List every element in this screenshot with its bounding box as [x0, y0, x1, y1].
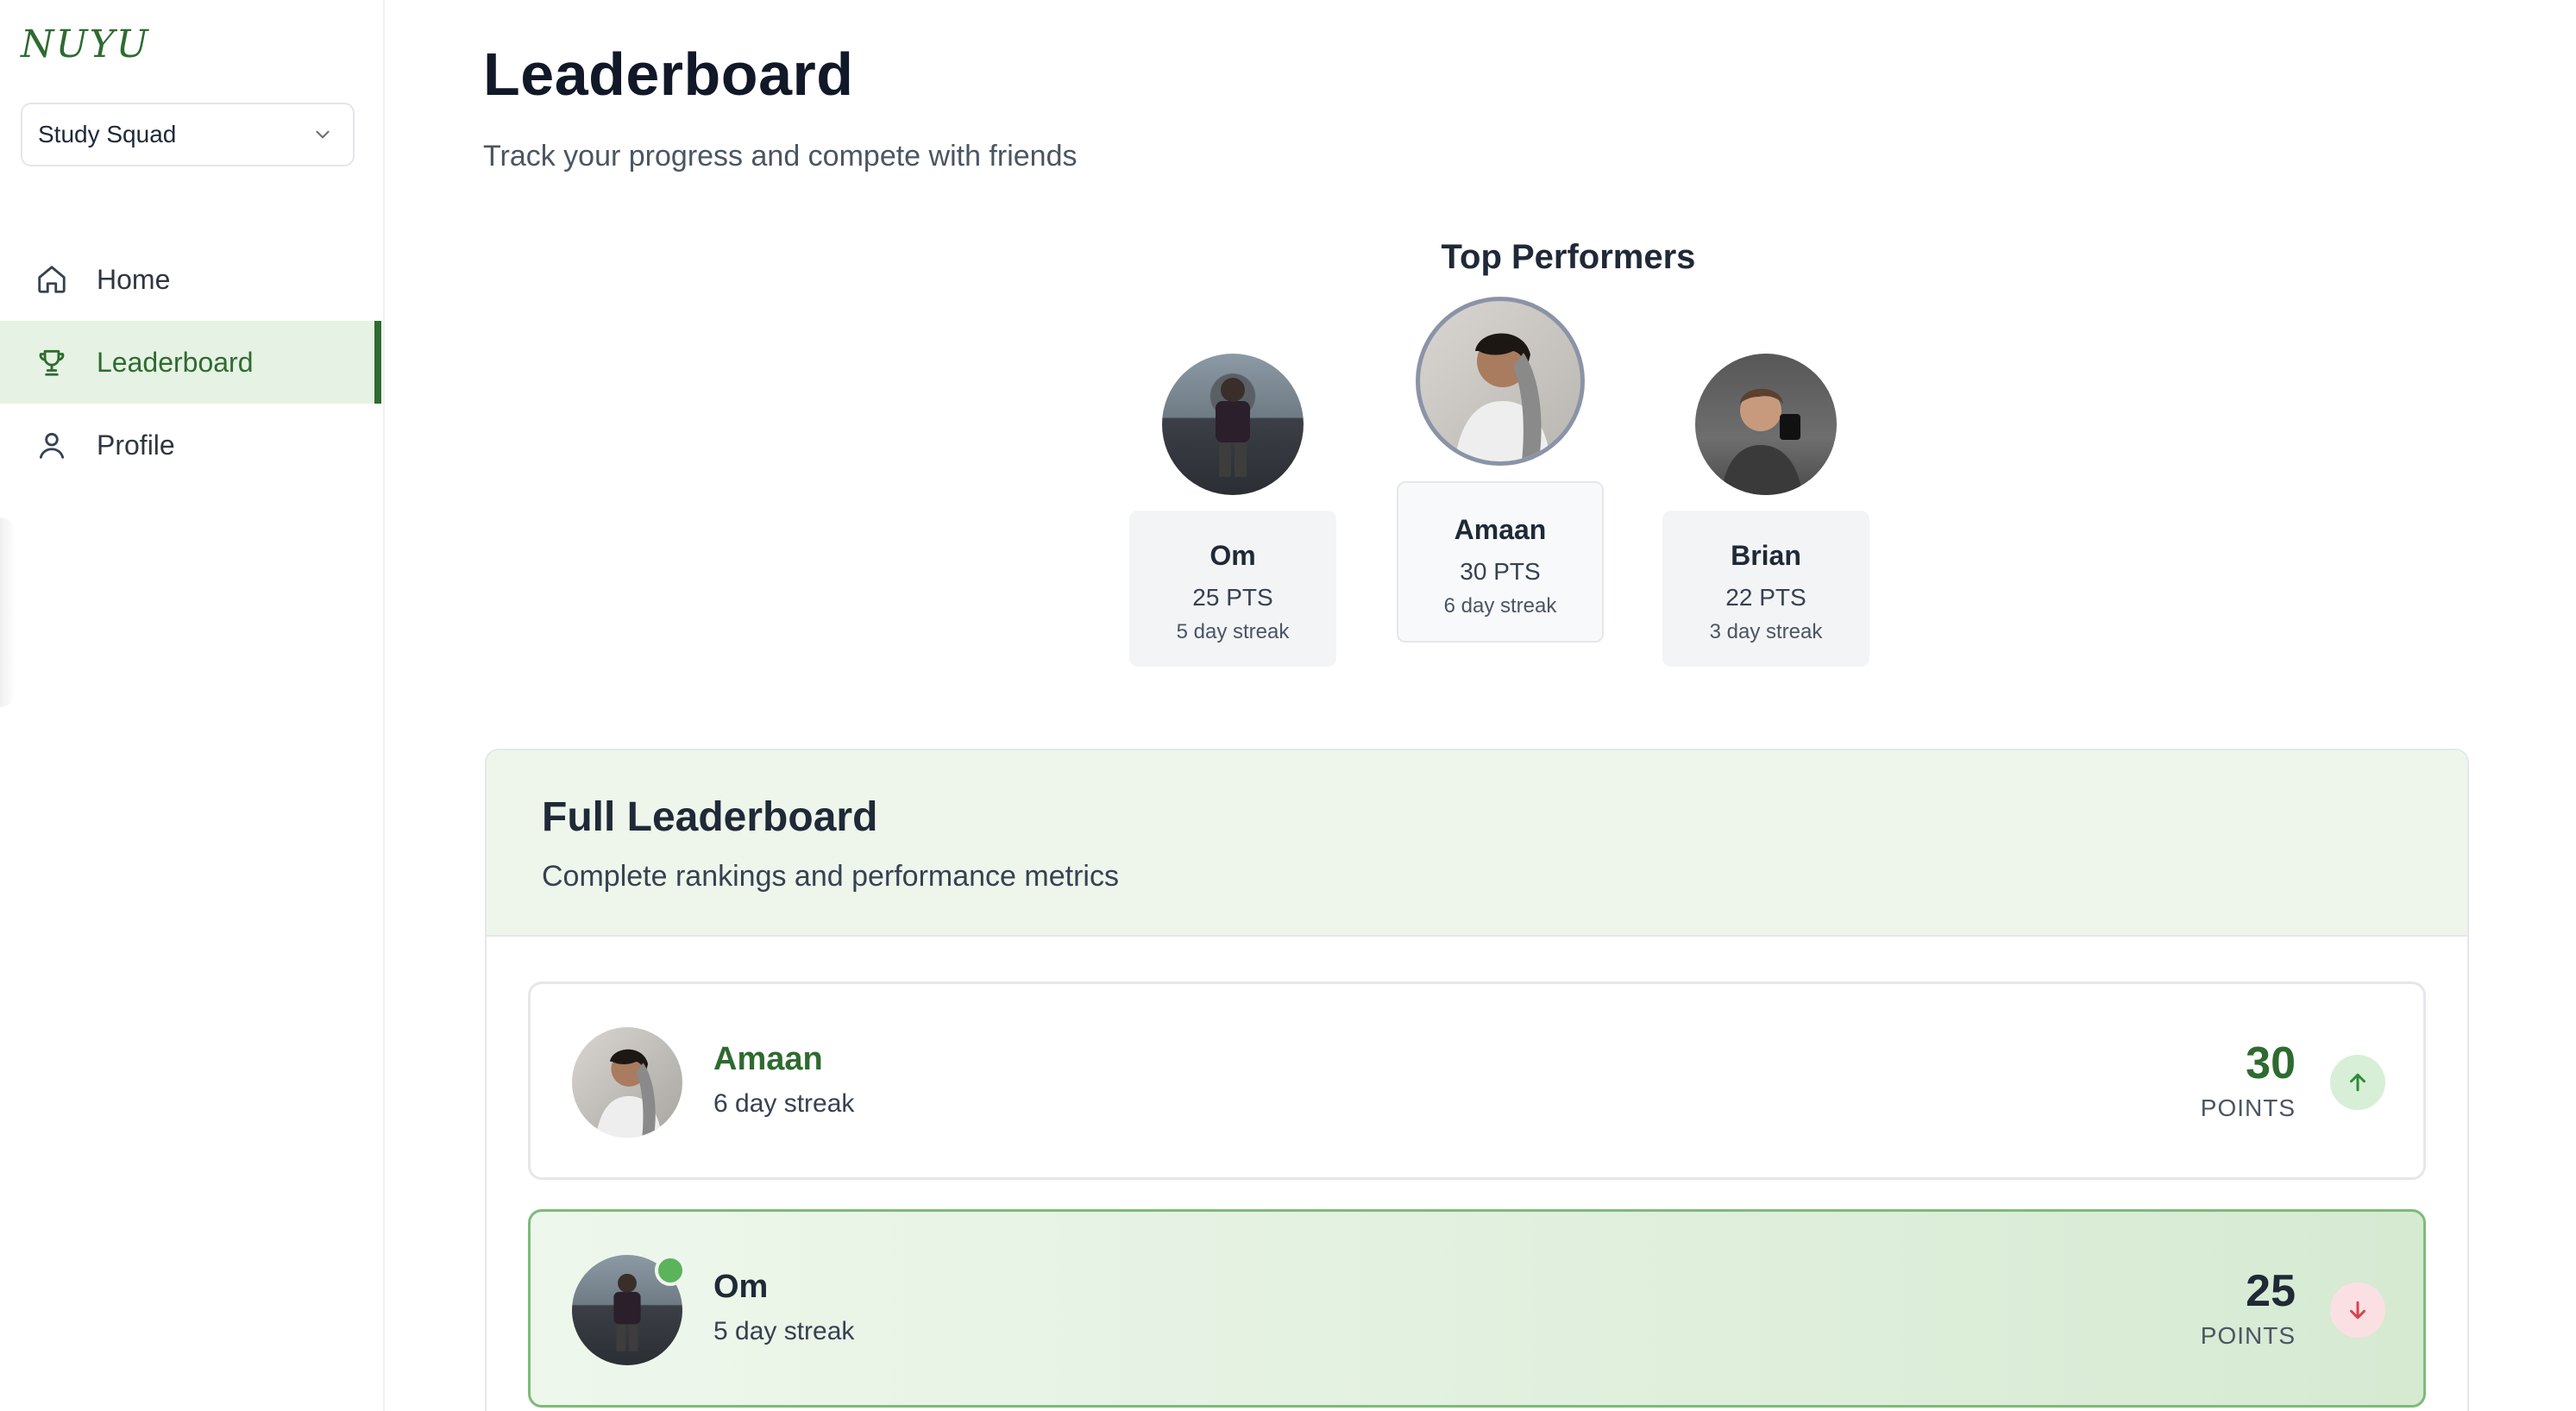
row-points-label: POINTS: [2200, 1322, 2296, 1349]
podium-third[interactable]: Brian 22 PTS 3 day streak: [1660, 354, 1872, 667]
home-icon: [35, 262, 69, 297]
top-performers-title: Top Performers: [1441, 238, 1696, 276]
row-points-label: POINTS: [2200, 1094, 2296, 1121]
podium-points: 30 PTS: [1460, 558, 1541, 585]
full-leaderboard-title: Full Leaderboard: [542, 794, 878, 840]
podium-card: Amaan 30 PTS 6 day streak: [1397, 481, 1604, 643]
podium-streak: 6 day streak: [1443, 594, 1557, 618]
podium-second[interactable]: Om 25 PTS 5 day streak: [1127, 354, 1339, 667]
avatar: [572, 1255, 686, 1365]
podium-first[interactable]: Amaan 30 PTS 6 day streak: [1394, 297, 1606, 643]
podium-card: Om 25 PTS 5 day streak: [1129, 511, 1336, 667]
podium-card: Brian 22 PTS 3 day streak: [1662, 511, 1869, 667]
arrow-up-icon: [2350, 1073, 2366, 1092]
sidebar-item-profile[interactable]: Profile: [0, 404, 381, 486]
leaderboard-row-current-user[interactable]: Om 5 day streak 25 POINTS: [528, 1209, 2426, 1408]
online-status-dot: [655, 1255, 686, 1286]
row-points: 25: [2246, 1266, 2296, 1316]
user-icon: [35, 428, 69, 462]
row-points: 30: [2246, 1038, 2296, 1088]
trend-down-badge: [2330, 1282, 2385, 1338]
arrow-down-icon: [2350, 1301, 2366, 1320]
podium-name: Brian: [1731, 540, 1801, 571]
person-photo: [1454, 333, 1551, 461]
full-leaderboard-header: Full Leaderboard Complete rankings and p…: [487, 750, 2467, 937]
avatar: [1695, 354, 1837, 495]
sidebar-item-leaderboard[interactable]: Leaderboard: [0, 321, 381, 404]
full-leaderboard-panel: Full Leaderboard Complete rankings and p…: [485, 749, 2469, 1411]
person-photo: [595, 1049, 663, 1138]
sidebar-edge-shadow: [0, 517, 16, 707]
person-photo: [1216, 378, 1250, 477]
sidebar: NUYU Study Squad Home Leaderboard Profil…: [0, 0, 385, 1411]
chevron-down-icon: [316, 130, 330, 139]
sidebar-nav: Home Leaderboard Profile: [0, 238, 381, 486]
avatar: [572, 1027, 682, 1138]
app-logo[interactable]: NUYU: [21, 22, 150, 66]
group-select[interactable]: Study Squad: [21, 103, 355, 166]
trophy-icon: [35, 345, 69, 379]
avatar: [1416, 297, 1585, 466]
sidebar-item-home[interactable]: Home: [0, 238, 381, 321]
page-subtitle: Track your progress and compete with fri…: [483, 140, 1078, 172]
row-name: Om: [713, 1269, 769, 1305]
row-streak: 6 day streak: [713, 1089, 855, 1118]
sidebar-item-label: Home: [97, 263, 171, 295]
row-streak: 5 day streak: [713, 1317, 855, 1345]
group-select-value: Study Squad: [38, 121, 177, 147]
page-title: Leaderboard: [483, 41, 854, 108]
podium-points: 25 PTS: [1192, 584, 1273, 611]
podium-streak: 5 day streak: [1176, 620, 1290, 643]
avatar: [1162, 354, 1304, 495]
main-content: Leaderboard Track your progress and comp…: [386, 0, 2576, 1411]
person-photo: [1695, 354, 1837, 495]
leaderboard-row[interactable]: Amaan 6 day streak 30 POINTS: [528, 981, 2426, 1180]
podium-streak: 3 day streak: [1709, 620, 1823, 643]
podium-points: 22 PTS: [1725, 584, 1806, 611]
full-leaderboard-subtitle: Complete rankings and performance metric…: [542, 860, 1119, 893]
sidebar-item-label: Leaderboard: [97, 346, 254, 378]
sidebar-item-label: Profile: [97, 429, 175, 461]
row-name: Amaan: [713, 1041, 823, 1077]
trend-up-badge: [2330, 1055, 2385, 1110]
podium-name: Amaan: [1454, 514, 1547, 545]
podium-name: Om: [1209, 540, 1256, 571]
